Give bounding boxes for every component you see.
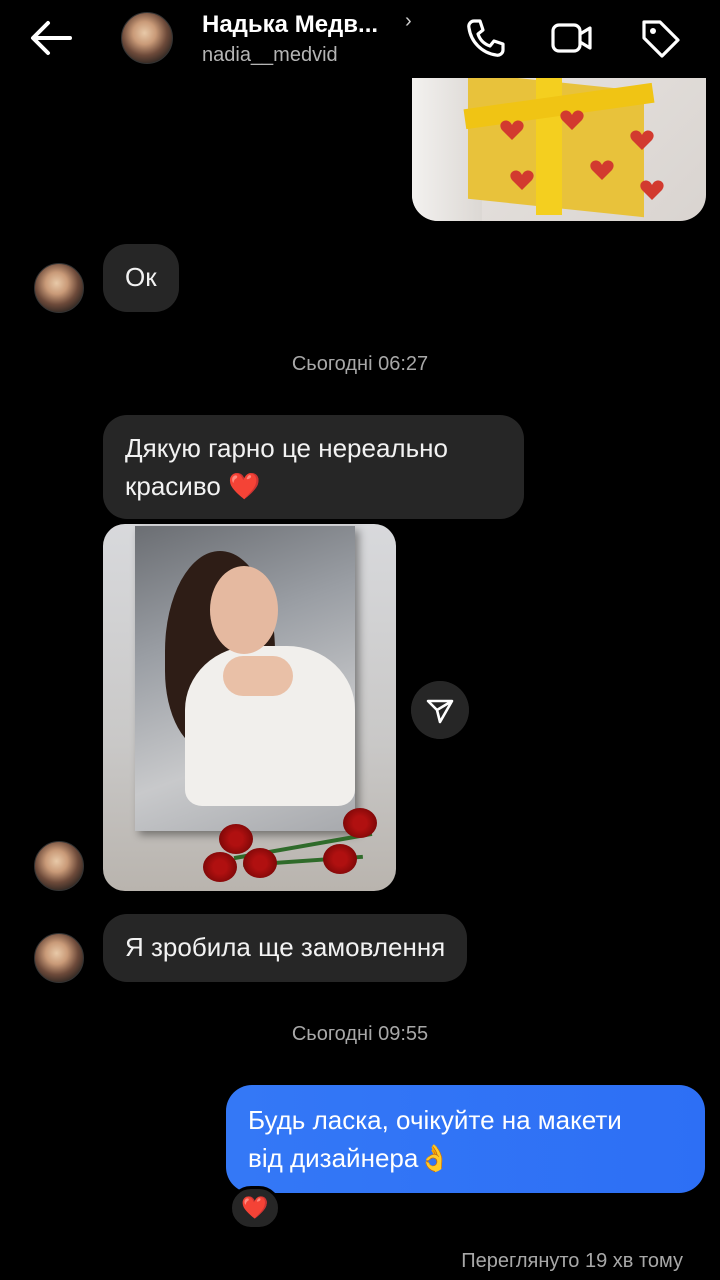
video-camera-icon[interactable]	[549, 16, 593, 60]
message-text: Дякую гарно це нереально	[125, 433, 448, 463]
timestamp: Сьогодні 06:27	[291, 353, 429, 375]
canvas-print	[135, 526, 355, 831]
message-text: Ок	[125, 262, 157, 292]
red-heart-emoji: ❤️	[228, 471, 261, 501]
chevron-right-icon[interactable]: ›	[405, 10, 412, 33]
share-paper-plane-icon[interactable]	[411, 681, 469, 739]
tag-icon[interactable]	[638, 16, 682, 60]
photo-hands	[223, 656, 293, 696]
portrait-photo-message[interactable]	[103, 524, 396, 891]
heart-pattern	[500, 110, 664, 200]
contact-name[interactable]: Надька Медв...	[202, 11, 378, 39]
back-arrow-icon[interactable]	[28, 18, 74, 58]
message-text: Я зробила ще замовлення	[125, 932, 446, 962]
message-bubble-outgoing[interactable]: Будь ласка, очікуйте на макети від дизай…	[226, 1085, 705, 1193]
seen-status: Переглянуто 19 хв тому	[461, 1250, 683, 1272]
timestamp: Сьогодні 09:55	[291, 1023, 429, 1045]
heart-reaction[interactable]: ❤️	[229, 1186, 281, 1230]
message-text: красиво	[125, 471, 221, 501]
contact-avatar[interactable]	[121, 12, 173, 64]
contact-username[interactable]: nadia__medvid	[202, 44, 338, 67]
contact-avatar-small[interactable]	[34, 841, 84, 891]
message-text: Будь ласка, очікуйте на макети	[248, 1105, 622, 1135]
phone-icon[interactable]	[463, 16, 507, 60]
photo-face	[210, 566, 278, 654]
roses	[203, 804, 383, 891]
red-heart-emoji: ❤️	[241, 1195, 269, 1220]
chat-header: Надька Медв... › nadia__medvid	[0, 0, 720, 78]
message-bubble-incoming[interactable]: Я зробила ще замовлення	[103, 914, 468, 982]
gift-photo-message[interactable]	[412, 60, 706, 221]
message-bubble-incoming[interactable]: Дякую гарно це нереально красиво ❤️	[103, 415, 524, 519]
message-bubble-incoming[interactable]: Ок	[103, 244, 179, 312]
contact-avatar-small[interactable]	[34, 263, 84, 313]
message-text: від дизайнера	[248, 1143, 419, 1173]
contact-avatar-small[interactable]	[34, 933, 84, 983]
ok-hand-emoji: 👌	[418, 1143, 451, 1173]
